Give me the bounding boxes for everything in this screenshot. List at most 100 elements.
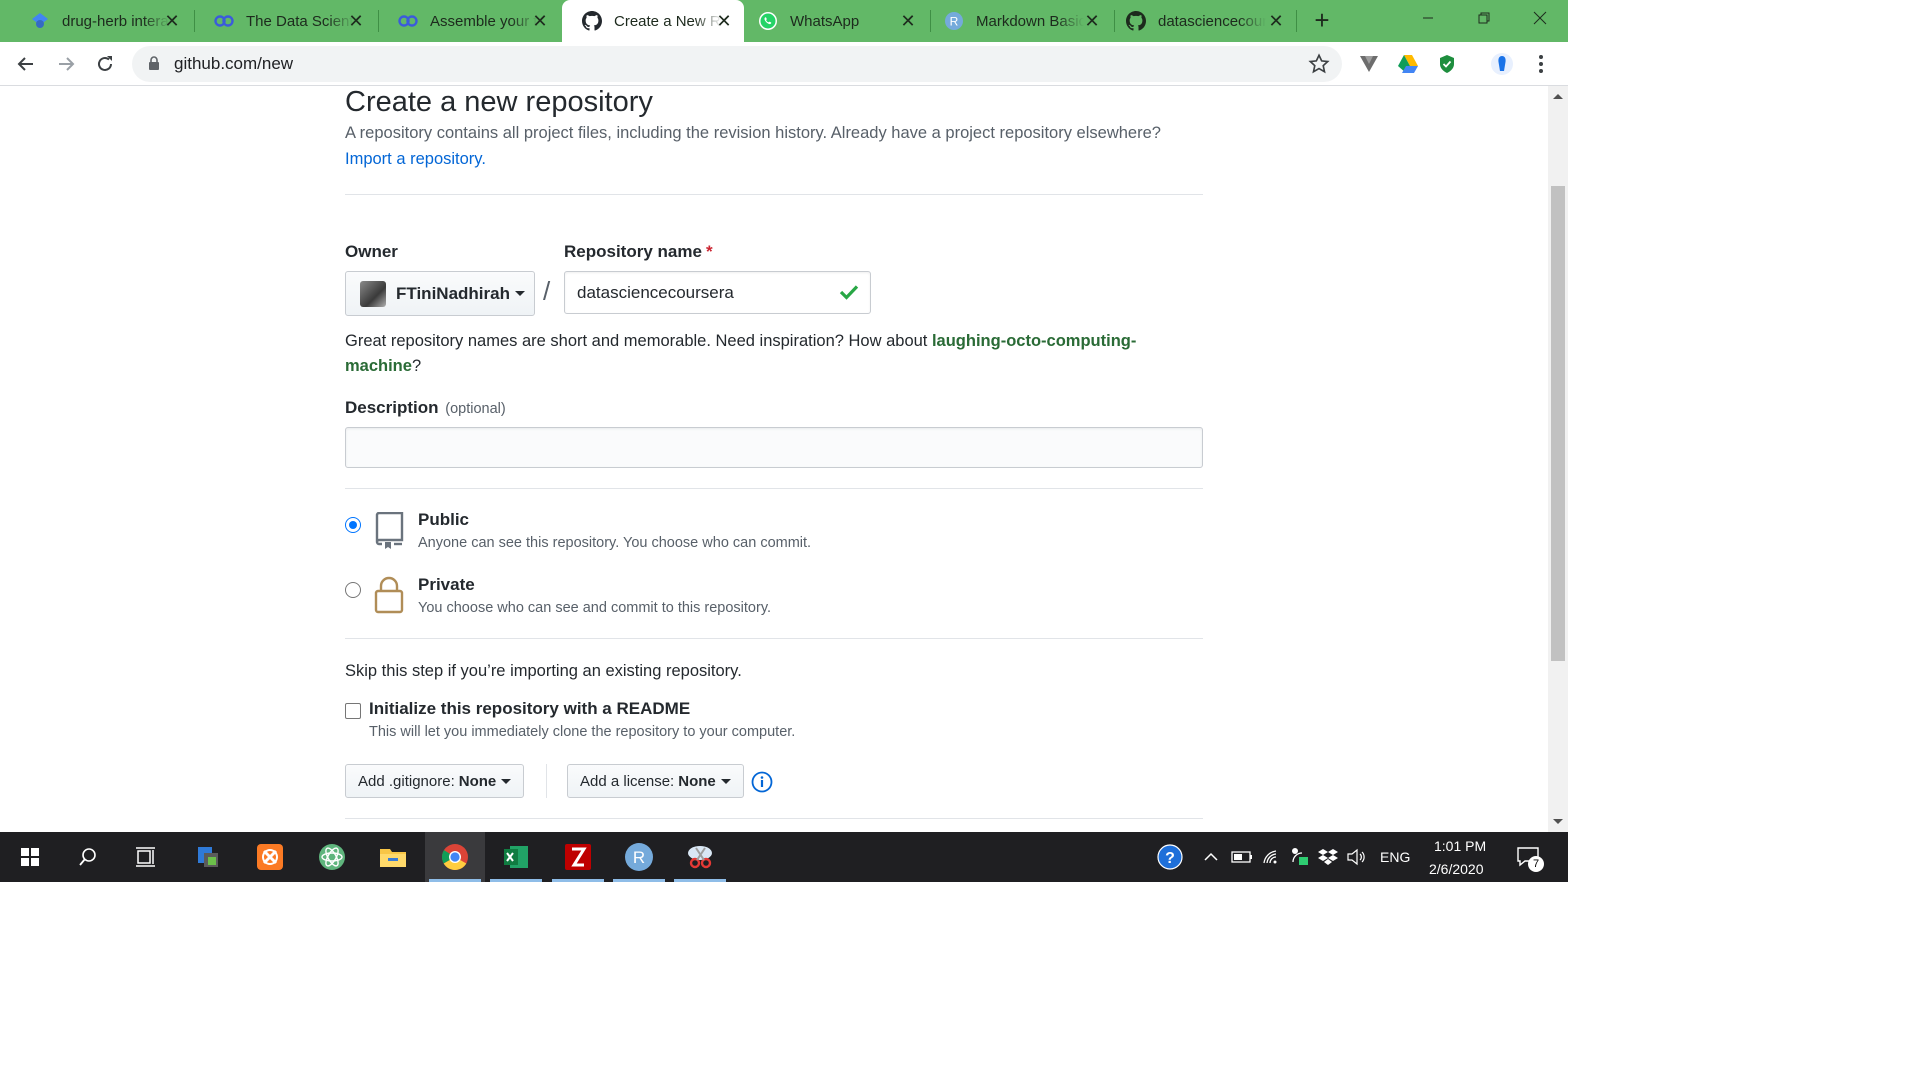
- license-label: Add a license:: [580, 772, 675, 790]
- address-bar[interactable]: github.com/new: [132, 46, 1342, 82]
- repo-name-input[interactable]: [564, 271, 871, 314]
- owner-label: Owner: [345, 242, 398, 261]
- description-input[interactable]: [345, 427, 1203, 468]
- close-icon[interactable]: ✕: [530, 11, 550, 31]
- profile-avatar-icon[interactable]: [1490, 52, 1514, 76]
- notification-count-badge: 7: [1528, 856, 1544, 872]
- page-scrollbar[interactable]: [1548, 86, 1568, 832]
- public-subtitle: Anyone can see this repository. You choo…: [418, 535, 812, 551]
- tab-drug-herb[interactable]: drug-herb intera ✕: [10, 0, 192, 42]
- search-icon[interactable]: [58, 832, 118, 882]
- tab-data-scientist[interactable]: The Data Scienti ✕: [194, 0, 376, 42]
- xampp-icon[interactable]: [240, 832, 300, 882]
- security-app-icon[interactable]: [178, 832, 238, 882]
- github-icon: [1126, 11, 1146, 31]
- license-select[interactable]: Add a license: None: [567, 764, 744, 798]
- owner-select[interactable]: FTiniNadhirah: [345, 271, 535, 316]
- shield-extension-icon[interactable]: [1435, 52, 1459, 76]
- wifi-icon[interactable]: [1258, 832, 1286, 882]
- r-icon[interactable]: R: [609, 832, 669, 882]
- owner-repo-separator: /: [543, 276, 551, 306]
- close-window-button[interactable]: [1512, 0, 1568, 36]
- clock-date[interactable]: 2/6/2020: [1429, 861, 1484, 877]
- chrome-taskbar-icon[interactable]: [425, 832, 485, 882]
- scroll-thumb[interactable]: [1551, 186, 1565, 661]
- battery-icon[interactable]: [1228, 832, 1256, 882]
- divider: [345, 818, 1203, 819]
- input-language[interactable]: ENG: [1380, 849, 1410, 865]
- chevron-down-icon: [514, 291, 525, 296]
- tab-title: The Data Scienti: [246, 12, 354, 30]
- divider: [345, 194, 1203, 195]
- clock-time[interactable]: 1:01 PM: [1434, 838, 1486, 854]
- bookmark-star-icon[interactable]: [1308, 53, 1330, 80]
- close-icon[interactable]: ✕: [714, 11, 734, 31]
- volume-icon[interactable]: [1342, 832, 1370, 882]
- import-repository-link[interactable]: Import a repository.: [345, 150, 486, 169]
- divider: [345, 638, 1203, 639]
- reload-button[interactable]: [89, 48, 121, 80]
- close-icon[interactable]: ✕: [1266, 11, 1286, 31]
- tab-datasciencecoursera[interactable]: datasciencecour ✕: [1114, 0, 1296, 42]
- snipping-tool-icon[interactable]: [670, 832, 730, 882]
- owner-value: FTiniNadhirah: [396, 283, 510, 303]
- windows-taskbar: R ? ENG 1:01 PM 2/6/2020 7: [0, 832, 1568, 882]
- private-title: Private: [418, 575, 475, 594]
- close-icon[interactable]: ✕: [346, 11, 366, 31]
- checkmark-icon: [839, 284, 859, 305]
- browser-menu-icon[interactable]: [1529, 52, 1553, 76]
- chevron-down-icon: [501, 778, 512, 784]
- url-text: github.com/new: [174, 54, 294, 73]
- github-icon: [582, 11, 602, 31]
- page-lede: A repository contains all project files,…: [345, 124, 1161, 142]
- filezilla-icon[interactable]: [548, 832, 608, 882]
- required-mark: *: [705, 242, 713, 261]
- new-tab-button[interactable]: +: [1308, 6, 1336, 34]
- tab-title: drug-herb intera: [62, 12, 169, 30]
- gitignore-select[interactable]: Add .gitignore: None: [345, 764, 525, 798]
- close-icon[interactable]: ✕: [162, 11, 182, 31]
- info-icon[interactable]: [751, 771, 773, 798]
- start-button[interactable]: [0, 832, 60, 882]
- tab-create-new-repo[interactable]: Create a New Re ✕: [562, 0, 744, 42]
- tab-title: Markdown Basic: [976, 12, 1084, 30]
- dropbox-icon[interactable]: [1314, 832, 1342, 882]
- description-label: Description (optional): [345, 398, 506, 418]
- task-view-icon[interactable]: [116, 832, 176, 882]
- repo-name-hint: Great repository names are short and mem…: [345, 329, 1203, 379]
- rstudio-icon: R: [944, 11, 964, 31]
- page-title: Create a new repository: [345, 86, 653, 118]
- file-explorer-icon[interactable]: [363, 832, 423, 882]
- public-radio[interactable]: [345, 517, 361, 533]
- readme-subtitle: This will let you immediately clone the …: [369, 724, 796, 740]
- atom-icon[interactable]: [302, 832, 362, 882]
- private-radio[interactable]: [345, 582, 361, 598]
- readme-title: Initialize this repository with a README: [369, 699, 691, 718]
- help-icon[interactable]: ?: [1150, 832, 1190, 882]
- scroll-up-icon[interactable]: [1553, 94, 1563, 99]
- vpn-extension-icon[interactable]: [1357, 52, 1381, 76]
- close-icon[interactable]: ✕: [1082, 11, 1102, 31]
- back-button[interactable]: [10, 48, 42, 80]
- public-title: Public: [418, 510, 470, 529]
- forward-button[interactable]: [50, 48, 82, 80]
- browser-toolbar: github.com/new: [0, 42, 1568, 86]
- chevron-up-icon[interactable]: [1196, 832, 1226, 882]
- notification-center-icon[interactable]: 7: [1506, 832, 1550, 882]
- minimize-button[interactable]: [1400, 0, 1456, 36]
- description-label-text: Description: [345, 398, 439, 417]
- readme-checkbox[interactable]: [345, 703, 361, 719]
- restore-button[interactable]: [1456, 0, 1512, 36]
- close-icon[interactable]: ✕: [898, 11, 918, 31]
- tab-title: Assemble your t: [430, 12, 538, 30]
- divider: [345, 488, 1203, 489]
- google-drive-icon[interactable]: [1396, 52, 1420, 76]
- network-lock-icon[interactable]: [1286, 832, 1314, 882]
- tab-markdown-basics[interactable]: R Markdown Basic ✕: [930, 0, 1112, 42]
- optional-tag: (optional): [445, 401, 506, 417]
- excel-icon[interactable]: [486, 832, 546, 882]
- scroll-down-icon[interactable]: [1553, 819, 1563, 824]
- tab-assemble[interactable]: Assemble your t ✕: [378, 0, 560, 42]
- tab-whatsapp[interactable]: WhatsApp ✕: [746, 0, 928, 42]
- hint-suffix: ?: [411, 357, 422, 375]
